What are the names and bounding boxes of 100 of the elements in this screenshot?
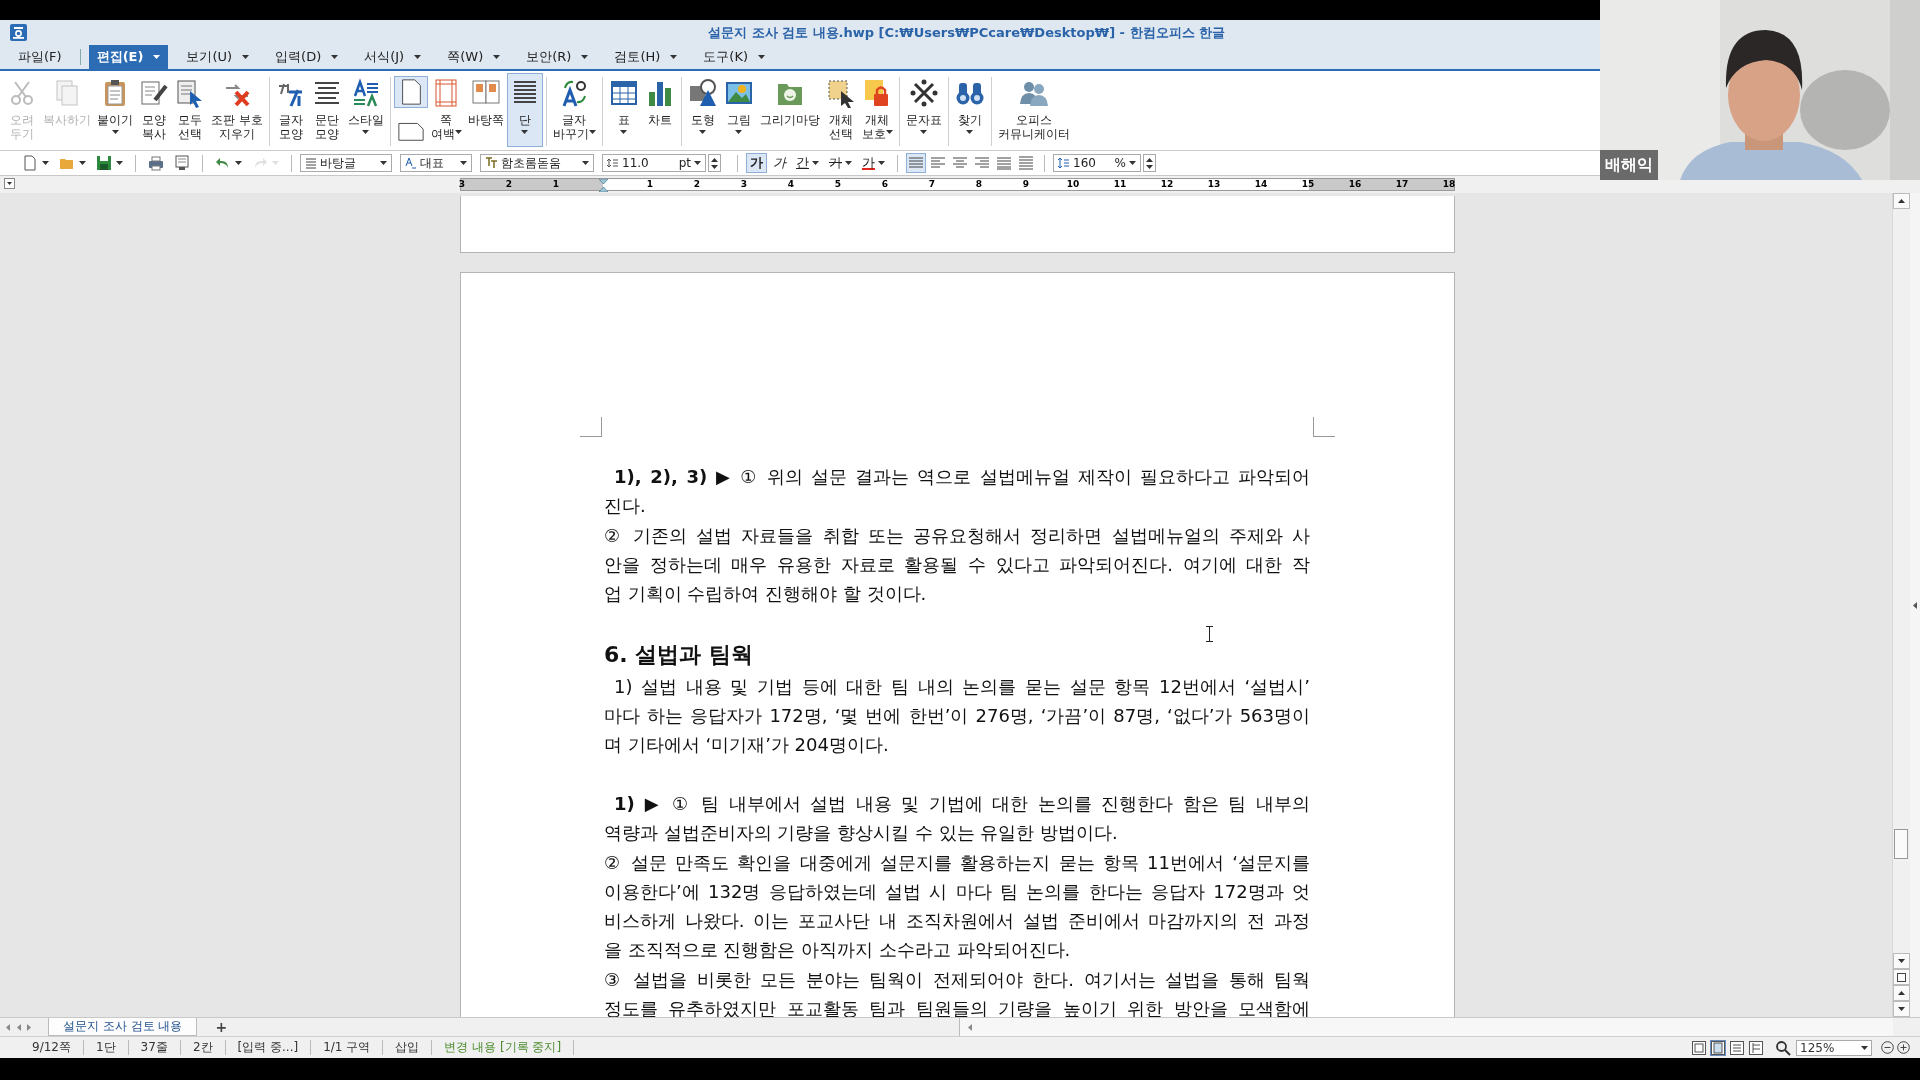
ruler-number: 1 <box>645 179 655 190</box>
scrollbar-thumb[interactable] <box>1894 829 1908 859</box>
line-spacing-icon <box>1058 157 1070 169</box>
chart-button[interactable]: 차트 <box>641 73 678 147</box>
font-size-icon <box>607 157 619 169</box>
line-spacing-spinner[interactable] <box>1143 154 1156 172</box>
page-margin-button[interactable]: 쪽 여백 <box>427 73 465 147</box>
margin-corner-mark <box>1313 417 1335 437</box>
next-page-button[interactable] <box>1893 1001 1910 1017</box>
caret-icon <box>79 161 86 165</box>
document-tab[interactable]: 설문지 조사 검토 내용 <box>48 1018 198 1036</box>
language-icon <box>405 157 417 169</box>
master-page-button[interactable]: 바탕쪽 <box>464 73 507 147</box>
caret-icon <box>1129 161 1136 165</box>
line-spacing-field[interactable]: 160 % <box>1053 154 1141 172</box>
side-panel-handle[interactable] <box>1910 193 1920 1017</box>
zoom-out-button[interactable] <box>1881 1041 1894 1054</box>
style-button[interactable]: 스타일 <box>344 73 387 147</box>
minus-icon <box>1881 1041 1894 1054</box>
bold-button[interactable]: 가 <box>746 153 767 173</box>
shape-button[interactable]: 도형 <box>684 73 721 147</box>
language-dropdown[interactable]: 대표 <box>400 154 472 172</box>
status-info: 1/1 구역 <box>311 1040 384 1055</box>
underline-button[interactable]: 간 <box>792 153 823 173</box>
menu-item[interactable]: 도구(K) <box>695 45 773 69</box>
style-dropdown[interactable]: 바탕글 <box>300 154 392 172</box>
caret-icon <box>153 55 161 59</box>
menu-item[interactable]: 보기(U) <box>178 45 258 69</box>
select-all-button[interactable]: 모두 선택 <box>172 73 208 147</box>
menu-item[interactable]: 입력(D) <box>267 45 347 69</box>
columns-button[interactable]: 단 <box>506 73 543 147</box>
table-button[interactable]: 표 <box>605 73 642 147</box>
paragraph-style-icon <box>305 157 317 169</box>
font-size-field[interactable]: 11.0 pt <box>602 154 706 172</box>
vertical-scrollbar[interactable] <box>1892 193 1910 1017</box>
copy-format-button[interactable]: 모양 복사 <box>136 73 172 147</box>
scroll-down-button[interactable] <box>1893 953 1910 969</box>
caret-icon <box>694 161 701 165</box>
align-distribute-icon <box>996 155 1012 171</box>
strikethrough-button[interactable]: 가 <box>825 153 856 173</box>
select-object-button[interactable]: 개체 선택 <box>822 73 859 147</box>
caret-icon <box>116 161 123 165</box>
previous-page-button[interactable] <box>1893 985 1910 1001</box>
participant-name: 배해익 <box>1600 150 1658 180</box>
status-info: 2칸 <box>180 1040 226 1055</box>
ruler-number: 8 <box>974 179 984 190</box>
caret-icon <box>1913 601 1917 609</box>
caret-icon <box>582 161 589 165</box>
web-view-button[interactable] <box>1748 1039 1764 1056</box>
picture-button[interactable]: 그림 <box>720 73 757 147</box>
status-info: 9/12쪽 <box>20 1040 84 1055</box>
window-title: 설문지 조사 검토 내용.hwp [C:₩Users₩PCcare₩Desktop₩] - 한컴오피스 한글 <box>708 23 1226 42</box>
indent-marker-icon[interactable] <box>598 179 608 192</box>
symbols-button[interactable]: 문자표 <box>902 73 945 147</box>
caret-icon <box>460 161 467 165</box>
clear-marks-button[interactable]: 조판 부호 지우기 <box>208 73 266 147</box>
page-view-button[interactable] <box>1710 1039 1726 1056</box>
ruler-number: 4 <box>786 179 796 190</box>
paste-button[interactable]: 붙이기 <box>94 73 136 147</box>
view-icon <box>1730 1040 1744 1055</box>
communicator-button[interactable]: 오피스 커뮤니케이터 <box>994 73 1073 147</box>
align-divide-button[interactable] <box>1016 153 1036 173</box>
menu-item[interactable]: 편집(E) <box>88 45 169 69</box>
font-size-spinner[interactable] <box>708 154 721 172</box>
drawing-gallery-button[interactable]: 그리기마당 <box>756 73 823 147</box>
replace-text-button[interactable]: 글자 바꾸기 <box>549 73 599 147</box>
align-right-icon <box>974 155 990 171</box>
menu-item[interactable]: 서식(J) <box>356 45 430 69</box>
align-center-icon <box>952 155 968 171</box>
menu-item[interactable]: 파일(F) <box>10 45 70 69</box>
zoom-dropdown[interactable]: 125% <box>1796 1039 1872 1056</box>
caret-icon <box>414 55 422 59</box>
normal-view-button[interactable] <box>1691 1039 1707 1056</box>
font-icon <box>485 157 498 169</box>
menu-item[interactable]: 쪽(W) <box>439 45 509 69</box>
protect-object-button[interactable]: 개체 보호 <box>858 73 896 147</box>
italic-button[interactable]: 가 <box>769 153 790 173</box>
font-dropdown[interactable]: 함초롬돋움 <box>480 154 594 172</box>
magnifier-icon[interactable] <box>1775 1039 1791 1056</box>
menu-item[interactable]: 보안(R) <box>518 45 597 69</box>
plus-icon <box>1897 1041 1910 1054</box>
paragraph-shape-button[interactable]: 문단 모양 <box>308 73 345 147</box>
paintbrush-icon <box>139 78 169 108</box>
outline-view-button[interactable] <box>1729 1039 1745 1056</box>
ruler-number: 3 <box>457 179 467 190</box>
ruler-number: 13 <box>1206 179 1222 190</box>
ruler-number: 5 <box>833 179 843 190</box>
view-icon <box>1749 1040 1763 1055</box>
menu-item[interactable]: 검토(H) <box>606 45 686 69</box>
portrait-page-button[interactable] <box>393 76 428 108</box>
add-tab-button[interactable]: + <box>211 1018 232 1036</box>
align-divide-icon <box>1018 155 1034 171</box>
horizontal-scrollbar[interactable] <box>959 1018 1893 1036</box>
find-button[interactable]: 찾기 <box>951 73 988 147</box>
zoom-in-button[interactable] <box>1897 1041 1910 1054</box>
scroll-up-button[interactable] <box>1893 193 1910 209</box>
font-color-button[interactable]: 가 <box>858 153 889 173</box>
ruler-toggle-icon[interactable] <box>4 178 15 189</box>
page-select-button[interactable] <box>1893 969 1910 985</box>
char-shape-button[interactable]: 글자 모양 <box>272 73 309 147</box>
